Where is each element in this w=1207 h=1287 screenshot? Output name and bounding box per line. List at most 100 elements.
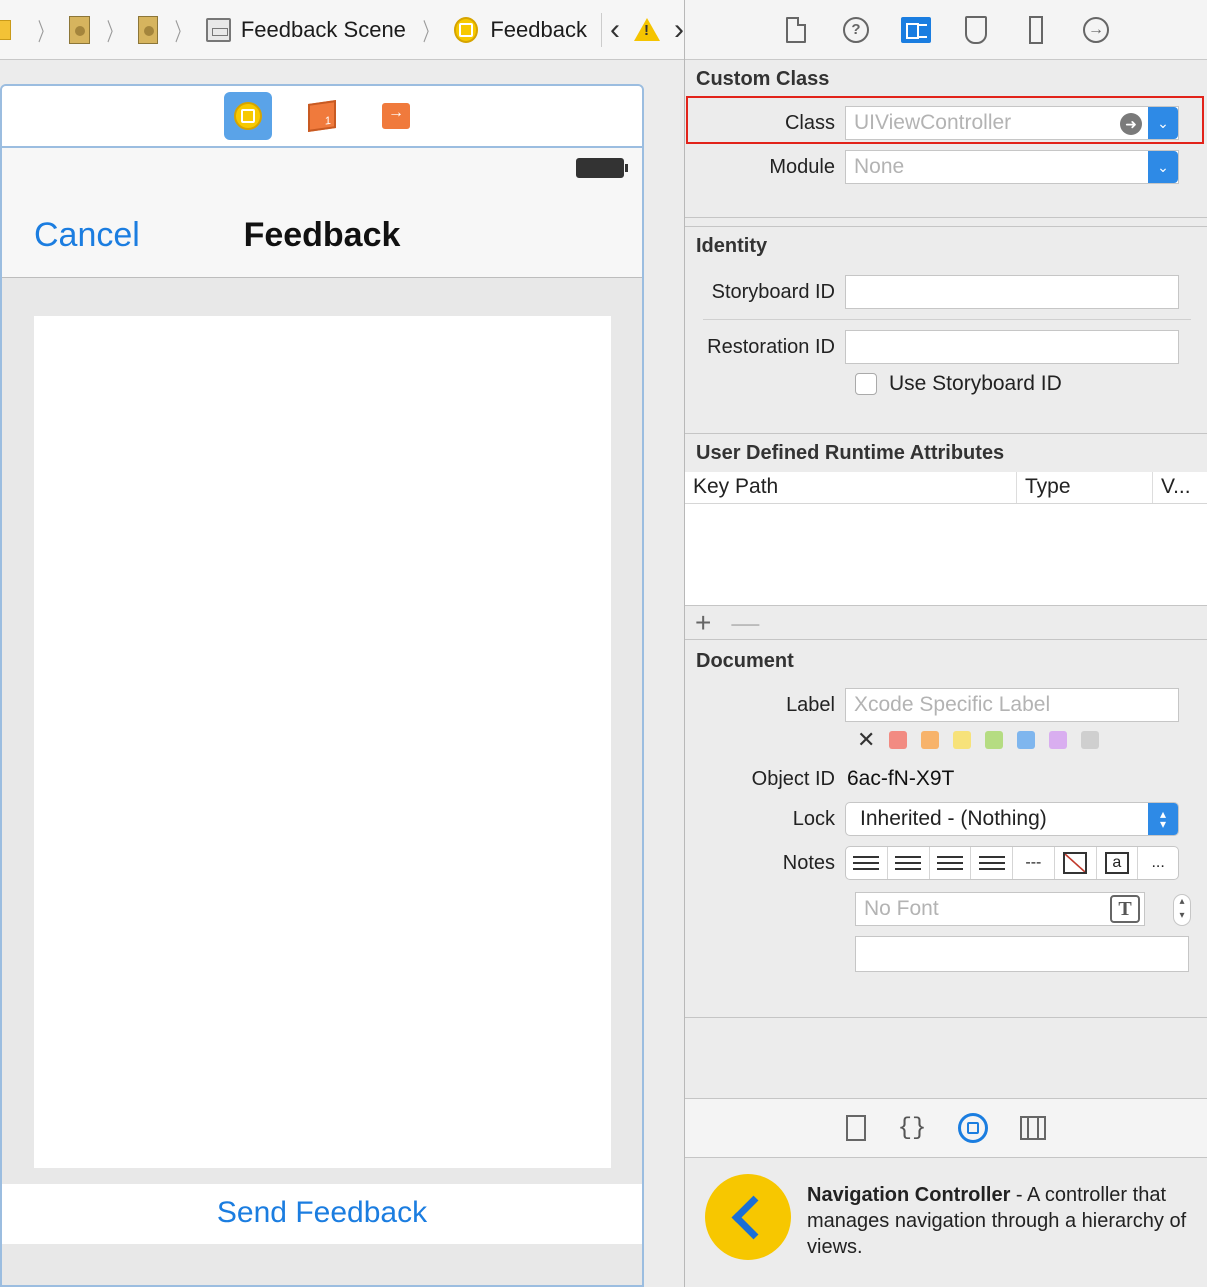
remove-attribute-button[interactable]: — [731, 607, 759, 639]
module-label: Module [769, 155, 835, 178]
view-controller-scene[interactable]: Cancel Feedback Send Feedback [0, 84, 644, 1287]
justify-button[interactable] [971, 847, 1013, 879]
code-snippet-library-icon[interactable]: {} [898, 1115, 927, 1142]
color-swatch-gray[interactable] [1081, 731, 1099, 749]
next-issue-icon[interactable]: › [674, 13, 684, 47]
quick-help-tab[interactable]: ? [841, 15, 871, 45]
breadcrumb-view-controller[interactable]: Feedback [490, 17, 587, 43]
view-controller-icon [453, 16, 479, 43]
file-inspector-tab[interactable] [781, 15, 811, 45]
text-box-icon: a [1104, 852, 1129, 874]
font-field[interactable]: No Font T [855, 892, 1145, 926]
section-title: User Defined Runtime Attributes [696, 442, 1005, 464]
file-template-library-icon[interactable] [845, 1115, 866, 1141]
send-feedback-button[interactable]: Send Feedback [2, 1184, 642, 1244]
arrow-circle-icon: → [1083, 16, 1109, 43]
navigation-controller-icon [705, 1174, 791, 1260]
attributes-icon [965, 15, 987, 44]
column-type[interactable]: Type [1017, 472, 1153, 503]
chevron-down-icon[interactable]: ⌄ [1148, 151, 1178, 183]
document-section: Document Label Xcode Specific Label ✕ Ob… [685, 640, 1207, 1018]
size-inspector-tab[interactable] [1021, 15, 1051, 45]
color-swatch-red[interactable] [889, 731, 907, 749]
object-id-label: Object ID [751, 767, 835, 790]
lock-value: Inherited - (Nothing) [860, 807, 1047, 830]
class-highlight-box [686, 96, 1204, 144]
question-icon: ? [843, 16, 869, 43]
font-placeholder: No Font [864, 897, 939, 920]
storyboard-id-field[interactable] [845, 275, 1179, 309]
lock-label: Lock [792, 807, 835, 830]
jump-bar: 〉 〉 〉 Feedback Scene 〉 Feedback ‹ › [0, 0, 684, 60]
runtime-attributes-table[interactable] [685, 504, 1207, 606]
battery-icon [576, 158, 628, 178]
column-value[interactable]: V... [1153, 472, 1203, 503]
xcode-label-placeholder: Xcode Specific Label [854, 693, 1051, 716]
color-swatch-purple[interactable] [1049, 731, 1067, 749]
identity-inspector-tab[interactable] [901, 15, 931, 45]
scene-dock [2, 86, 642, 148]
font-picker-icon[interactable]: T [1110, 895, 1140, 923]
align-right-button[interactable] [930, 847, 972, 879]
storyboard-file-icon[interactable] [69, 15, 90, 44]
nav-title: Feedback [243, 216, 401, 254]
color-swatch-yellow[interactable] [953, 731, 971, 749]
warning-icon[interactable] [633, 18, 660, 41]
more-options-button[interactable]: ... [1138, 847, 1178, 879]
align-center-icon [895, 856, 922, 870]
use-storyboard-id-label: Use Storyboard ID [889, 372, 1062, 395]
text-color-button[interactable]: a [1097, 847, 1139, 879]
notes-label: Notes [782, 851, 835, 874]
color-swatch-blue[interactable] [1017, 731, 1035, 749]
object-library-icon[interactable] [958, 1113, 989, 1143]
storyboard-id-label: Storyboard ID [711, 280, 835, 303]
font-size-stepper[interactable]: ▴ ▾ [1173, 894, 1191, 926]
doc-label-label: Label [786, 693, 835, 716]
connections-inspector-tab[interactable]: → [1081, 15, 1111, 45]
library-item-navigation-controller[interactable]: Navigation Controller - A controller tha… [685, 1158, 1207, 1287]
runtime-attributes-header: Key Path Type V... [685, 472, 1207, 504]
no-background-button[interactable] [1055, 847, 1097, 879]
identity-section: Identity Storyboard ID Restoration ID Us… [685, 226, 1207, 434]
label-color-swatches: ✕ [857, 722, 1207, 758]
color-swatch-green[interactable] [985, 731, 1003, 749]
notes-format-bar: --- a ... [845, 846, 1179, 880]
scene-icon [206, 17, 231, 42]
use-storyboard-id-checkbox[interactable] [855, 373, 877, 395]
restoration-id-field[interactable] [845, 330, 1179, 364]
first-responder-icon[interactable] [298, 92, 346, 140]
module-combo-field[interactable]: None ⌄ [845, 150, 1179, 184]
slash-box-icon [1063, 852, 1088, 874]
align-center-button[interactable] [888, 847, 930, 879]
section-title: Document [696, 650, 794, 672]
color-swatch-orange[interactable] [921, 731, 939, 749]
status-bar [2, 148, 642, 202]
notes-text-field[interactable] [855, 936, 1189, 972]
clear-color-icon[interactable]: ✕ [857, 727, 875, 753]
add-attribute-button[interactable]: + [695, 607, 711, 639]
runtime-attributes-section: User Defined Runtime Attributes Key Path… [685, 434, 1207, 640]
media-library-icon[interactable] [1020, 1116, 1047, 1140]
navigation-bar[interactable]: Cancel Feedback [2, 202, 642, 278]
xcode-label-field[interactable]: Xcode Specific Label [845, 688, 1179, 722]
chevron-right-icon: 〉 [175, 19, 190, 46]
previous-issue-icon[interactable]: ‹ [600, 12, 620, 47]
view-controller-dock-icon[interactable] [224, 92, 272, 140]
align-left-button[interactable] [846, 847, 888, 879]
align-right-icon [936, 856, 963, 870]
inspector-tabs: ? → [685, 0, 1207, 60]
exit-icon[interactable] [372, 92, 420, 140]
folder-icon[interactable] [0, 19, 12, 40]
strikethrough-button[interactable]: --- [1013, 847, 1055, 879]
ruler-icon [1029, 15, 1043, 44]
breadcrumb-scene[interactable]: Feedback Scene [241, 17, 406, 43]
section-title: Custom Class [696, 68, 830, 90]
lock-popup[interactable]: Inherited - (Nothing) ▴ ▾ [845, 802, 1179, 836]
restoration-id-label: Restoration ID [707, 335, 835, 358]
chevron-right-icon: 〉 [38, 19, 53, 46]
identity-inspector: ? → Custom Class Class UIViewController … [684, 0, 1207, 1287]
column-key-path[interactable]: Key Path [685, 472, 1017, 503]
attributes-inspector-tab[interactable] [961, 15, 991, 45]
storyboard-file-icon[interactable] [137, 15, 159, 44]
feedback-text-view[interactable] [34, 316, 611, 1168]
